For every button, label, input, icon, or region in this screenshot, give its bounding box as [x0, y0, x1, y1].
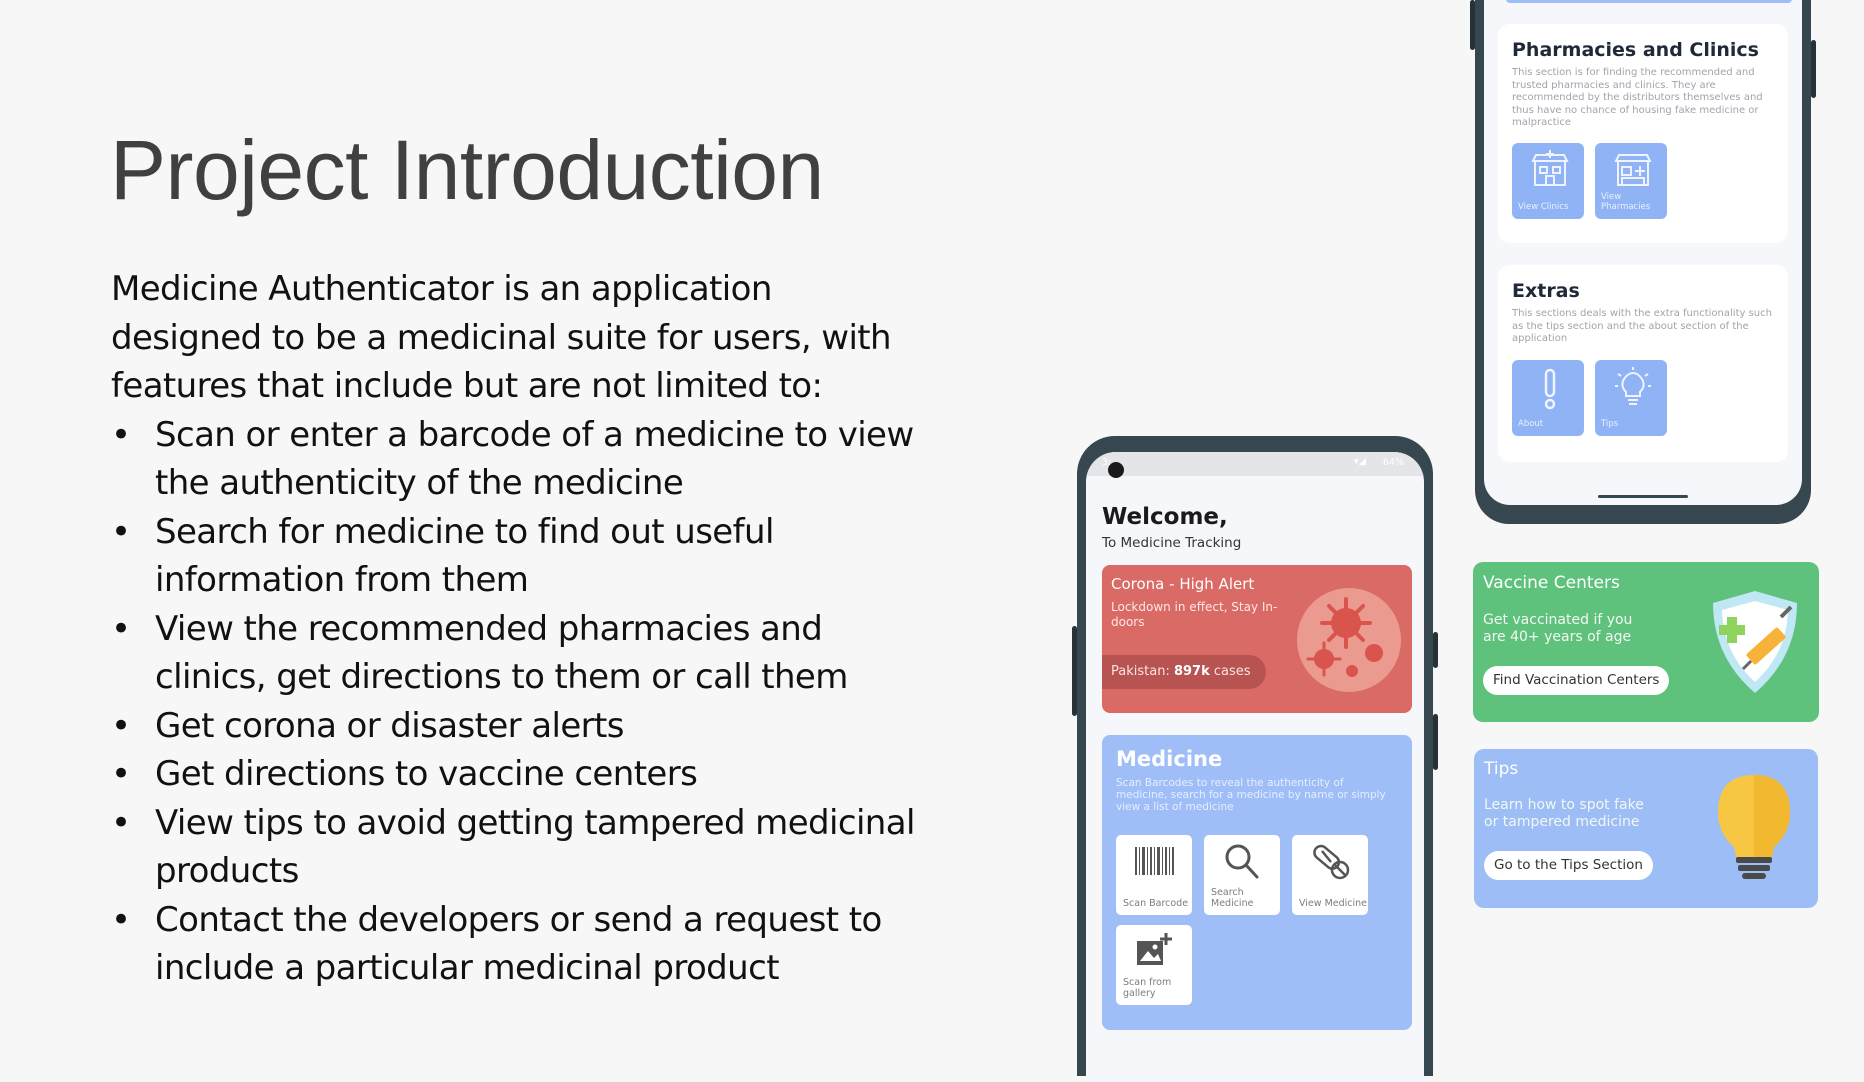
tile-label: View Pharmacies — [1601, 192, 1651, 212]
phone-side-button — [1072, 626, 1077, 716]
status-bar: 3: 64% ▾◢ — [1086, 452, 1424, 476]
virus-icon — [1297, 588, 1401, 692]
tile-label: View Clinics — [1518, 202, 1569, 212]
slide-title: Project Introduction — [110, 123, 824, 217]
alert-title: Corona - High Alert — [1111, 575, 1255, 593]
phone-screen: Pharmacies and Clinics This section is f… — [1484, 0, 1802, 505]
scan-from-gallery-button[interactable]: Scan from gallery — [1116, 925, 1192, 1005]
pharmacies-section: Pharmacies and Clinics This section is f… — [1498, 24, 1788, 243]
tile-label: View Medicine — [1299, 897, 1368, 909]
medicine-title: Medicine — [1116, 747, 1223, 771]
phone-side-button — [1811, 40, 1816, 98]
phone-mockup-sections: Pharmacies and Clinics This section is f… — [1470, 0, 1816, 524]
feature-item: Get corona or disaster alerts — [111, 702, 931, 751]
feature-list: Scan or enter a barcode of a medicine to… — [111, 411, 931, 993]
intro-paragraph: Medicine Authenticator is an application… — [111, 269, 892, 406]
feature-item: View the recommended pharmacies and clin… — [111, 605, 931, 702]
view-clinics-button[interactable]: View Clinics — [1512, 143, 1584, 219]
tips-card: Tips Learn how to spot fake or tampered … — [1474, 749, 1818, 908]
case-count-value: 897k — [1173, 664, 1210, 679]
clinic-icon — [1531, 150, 1569, 186]
tips-button[interactable]: Tips — [1595, 360, 1667, 436]
phone-side-button — [1433, 714, 1438, 770]
case-count-label: Pakistan: — [1111, 664, 1170, 679]
tips-card-title: Tips — [1484, 759, 1519, 779]
feature-item: Contact the developers or send a request… — [111, 896, 931, 993]
corona-alert-card[interactable]: Corona - High Alert Lockdown in effect, … — [1102, 565, 1412, 713]
front-camera — [1108, 462, 1124, 478]
find-vaccination-centers-button[interactable]: Find Vaccination Centers — [1483, 666, 1670, 695]
previous-section-edge — [1506, 0, 1792, 3]
section-title: Pharmacies and Clinics — [1512, 39, 1759, 61]
view-medicine-button[interactable]: View Medicine — [1292, 835, 1368, 915]
phone-side-button — [1433, 632, 1438, 668]
search-medicine-button[interactable]: Search Medicine — [1204, 835, 1280, 915]
feature-item: Search for medicine to find out useful i… — [111, 508, 931, 605]
welcome-subheading: To Medicine Tracking — [1102, 535, 1242, 551]
signal-icon: ▾◢ — [1353, 456, 1366, 467]
welcome-heading: Welcome, — [1102, 504, 1228, 530]
feature-item: View tips to avoid getting tampered medi… — [111, 799, 931, 896]
feature-item: Get directions to vaccine centers — [111, 750, 931, 799]
intro-text-block: Medicine Authenticator is an application… — [111, 265, 931, 993]
view-pharmacies-button[interactable]: View Pharmacies — [1595, 143, 1667, 219]
tile-label: Scan Barcode — [1123, 897, 1189, 909]
pill-icon — [1313, 844, 1350, 880]
phone-side-button — [1470, 0, 1475, 50]
section-title: Extras — [1512, 280, 1580, 302]
phone-mockup-home: 3: 64% ▾◢ Welcome, To Medicine Tracking … — [1072, 436, 1438, 1082]
home-indicator — [1598, 495, 1688, 498]
case-count-unit: cases — [1213, 664, 1251, 679]
tile-label: Scan from gallery — [1123, 977, 1172, 999]
search-icon — [1225, 844, 1259, 879]
tips-card-text: Learn how to spot fake or tampered medic… — [1484, 797, 1644, 830]
vaccine-card-title: Vaccine Centers — [1483, 573, 1620, 593]
lightbulb-icon — [1615, 367, 1651, 405]
about-button[interactable]: About — [1512, 360, 1584, 436]
vaccine-centers-card: Vaccine Centers Get vaccinated if you ar… — [1473, 562, 1819, 722]
go-to-tips-button[interactable]: Go to the Tips Section — [1484, 851, 1653, 880]
shield-syringe-icon — [1713, 591, 1797, 693]
alert-text: Lockdown in effect, Stay In-doors — [1111, 600, 1278, 629]
barcode-icon — [1135, 847, 1174, 875]
scan-barcode-button[interactable]: Scan Barcode — [1116, 835, 1192, 915]
tile-label: About — [1518, 419, 1544, 429]
pharmacy-icon — [1614, 154, 1652, 186]
feature-item: Scan or enter a barcode of a medicine to… — [111, 411, 931, 508]
case-count-badge: Pakistan: 897k cases — [1102, 655, 1266, 689]
medicine-description: Scan Barcodes to reveal the authenticity… — [1116, 777, 1386, 813]
extras-section: Extras This sections deals with the extr… — [1498, 265, 1788, 462]
tile-label: Search Medicine — [1211, 887, 1254, 909]
exclamation-icon — [1544, 368, 1556, 410]
phone-screen: 3: 64% ▾◢ Welcome, To Medicine Tracking … — [1086, 452, 1424, 1082]
tile-label: Tips — [1601, 419, 1619, 429]
status-battery: 64% — [1382, 457, 1404, 468]
section-description: This sections deals with the extra funct… — [1512, 308, 1772, 344]
section-description: This section is for finding the recommen… — [1512, 67, 1763, 128]
gallery-add-icon — [1137, 933, 1172, 965]
medicine-section: Medicine Scan Barcodes to reveal the aut… — [1102, 735, 1412, 1030]
lightbulb-icon — [1718, 775, 1790, 879]
vaccine-card-text: Get vaccinated if you are 40+ years of a… — [1483, 612, 1633, 645]
